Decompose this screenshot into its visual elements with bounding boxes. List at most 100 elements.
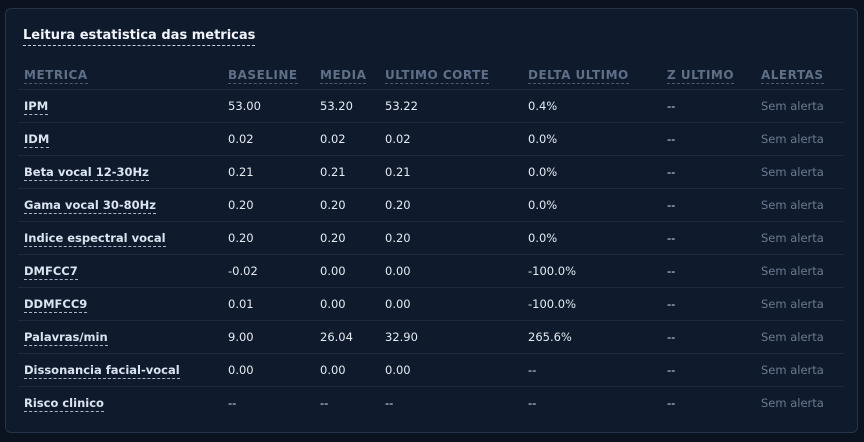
ultimo-corte-cell: 0.00 — [379, 254, 522, 288]
z-ultimo-cell: -- — [661, 122, 755, 156]
alert-cell: Sem alerta — [755, 254, 844, 288]
metrics-panel: Leitura estatistica das metricas METRICA… — [5, 8, 858, 433]
media-cell: 53.20 — [314, 89, 379, 123]
ultimo-corte-cell: 0.02 — [379, 122, 522, 156]
ultimo-corte-cell: -- — [379, 386, 522, 419]
delta-ultimo-cell: 0.4% — [522, 89, 661, 123]
table-row: Risco clinico -- -- -- -- -- Sem alerta — [18, 386, 844, 419]
baseline-cell: -- — [222, 386, 314, 419]
alert-cell: Sem alerta — [755, 89, 844, 123]
column-header-baseline[interactable]: BASELINE — [222, 61, 314, 90]
alert-cell: Sem alerta — [755, 386, 844, 419]
metric-name-link[interactable]: Gama vocal 30-80Hz — [24, 198, 156, 214]
metric-name-link[interactable]: IDM — [24, 132, 50, 148]
metric-name-cell: Palavras/min — [18, 320, 222, 354]
z-ultimo-cell: -- — [661, 188, 755, 222]
media-cell: 0.20 — [314, 221, 379, 255]
table-row: IDM 0.02 0.02 0.02 0.0% -- Sem alerta — [18, 122, 844, 156]
baseline-cell: 0.21 — [222, 155, 314, 189]
table-row: DMFCC7 -0.02 0.00 0.00 -100.0% -- Sem alerta — [18, 254, 844, 288]
baseline-cell: 0.20 — [222, 221, 314, 255]
panel-title[interactable]: Leitura estatistica das metricas — [23, 27, 256, 46]
metric-name-cell: Indice espectral vocal — [18, 221, 222, 255]
media-cell: 0.21 — [314, 155, 379, 189]
media-cell: 26.04 — [314, 320, 379, 354]
metric-name-link[interactable]: Beta vocal 12-30Hz — [24, 165, 149, 181]
metric-name-link[interactable]: DDMFCC9 — [24, 297, 88, 313]
ultimo-corte-cell: 53.22 — [379, 89, 522, 123]
metrics-table: METRICA BASELINE MEDIA ULTIMO CORTE DELT… — [18, 61, 844, 419]
delta-ultimo-cell: -- — [522, 386, 661, 419]
column-header-media[interactable]: MEDIA — [314, 61, 379, 90]
metric-name-cell: Risco clinico — [18, 386, 222, 419]
baseline-cell: 0.01 — [222, 287, 314, 321]
baseline-cell: 53.00 — [222, 89, 314, 123]
z-ultimo-cell: -- — [661, 320, 755, 354]
metric-name-cell: Gama vocal 30-80Hz — [18, 188, 222, 222]
ultimo-corte-cell: 0.20 — [379, 221, 522, 255]
delta-ultimo-cell: -- — [522, 353, 661, 387]
alert-cell: Sem alerta — [755, 353, 844, 387]
table-row: Dissonancia facial-vocal 0.00 0.00 0.00 -- --… — [18, 353, 844, 387]
metric-name-link[interactable]: DMFCC7 — [24, 264, 78, 280]
z-ultimo-cell: -- — [661, 221, 755, 255]
delta-ultimo-cell: -100.0% — [522, 254, 661, 288]
delta-ultimo-cell: 0.0% — [522, 188, 661, 222]
delta-ultimo-cell: 0.0% — [522, 122, 661, 156]
metric-name-cell: DDMFCC9 — [18, 287, 222, 321]
z-ultimo-cell: -- — [661, 254, 755, 288]
column-header-alertas[interactable]: ALERTAS — [755, 61, 844, 90]
table-row: IPM 53.00 53.20 53.22 0.4% -- Sem alerta — [18, 89, 844, 123]
table-row: Palavras/min 9.00 26.04 32.90 265.6% -- Sem al… — [18, 320, 844, 354]
baseline-cell: 0.20 — [222, 188, 314, 222]
ultimo-corte-cell: 0.00 — [379, 287, 522, 321]
metric-name-cell: Dissonancia facial-vocal — [18, 353, 222, 387]
table-header-row: METRICA BASELINE MEDIA ULTIMO CORTE DELT… — [18, 61, 844, 90]
media-cell: 0.00 — [314, 353, 379, 387]
delta-ultimo-cell: -100.0% — [522, 287, 661, 321]
metric-name-link[interactable]: Risco clinico — [24, 396, 104, 412]
alert-cell: Sem alerta — [755, 221, 844, 255]
column-header-z-ultimo[interactable]: Z ULTIMO — [661, 61, 755, 90]
media-cell: -- — [314, 386, 379, 419]
table-row: Gama vocal 30-80Hz 0.20 0.20 0.20 0.0% -- Sem … — [18, 188, 844, 222]
metric-name-link[interactable]: IPM — [24, 99, 49, 115]
media-cell: 0.20 — [314, 188, 379, 222]
baseline-cell: 9.00 — [222, 320, 314, 354]
baseline-cell: 0.00 — [222, 353, 314, 387]
metric-name-link[interactable]: Palavras/min — [24, 330, 108, 346]
media-cell: 0.02 — [314, 122, 379, 156]
metric-name-cell: IPM — [18, 89, 222, 123]
z-ultimo-cell: -- — [661, 287, 755, 321]
metric-name-cell: IDM — [18, 122, 222, 156]
alert-cell: Sem alerta — [755, 155, 844, 189]
table-row: Indice espectral vocal 0.20 0.20 0.20 0.0% --… — [18, 221, 844, 255]
baseline-cell: -0.02 — [222, 254, 314, 288]
alert-cell: Sem alerta — [755, 188, 844, 222]
alert-cell: Sem alerta — [755, 122, 844, 156]
metric-name-link[interactable]: Indice espectral vocal — [24, 231, 166, 247]
z-ultimo-cell: -- — [661, 386, 755, 419]
alert-cell: Sem alerta — [755, 287, 844, 321]
ultimo-corte-cell: 0.20 — [379, 188, 522, 222]
column-header-delta-ultimo[interactable]: DELTA ULTIMO — [522, 61, 661, 90]
ultimo-corte-cell: 0.00 — [379, 353, 522, 387]
column-header-metrica[interactable]: METRICA — [18, 61, 222, 90]
media-cell: 0.00 — [314, 287, 379, 321]
delta-ultimo-cell: 0.0% — [522, 221, 661, 255]
delta-ultimo-cell: 265.6% — [522, 320, 661, 354]
metric-name-link[interactable]: Dissonancia facial-vocal — [24, 363, 180, 379]
ultimo-corte-cell: 0.21 — [379, 155, 522, 189]
delta-ultimo-cell: 0.0% — [522, 155, 661, 189]
ultimo-corte-cell: 32.90 — [379, 320, 522, 354]
table-row: Beta vocal 12-30Hz 0.21 0.21 0.21 0.0% -- Sem … — [18, 155, 844, 189]
metric-name-cell: DMFCC7 — [18, 254, 222, 288]
z-ultimo-cell: -- — [661, 155, 755, 189]
table-row: DDMFCC9 0.01 0.00 0.00 -100.0% -- Sem alerta — [18, 287, 844, 321]
z-ultimo-cell: -- — [661, 89, 755, 123]
metric-name-cell: Beta vocal 12-30Hz — [18, 155, 222, 189]
baseline-cell: 0.02 — [222, 122, 314, 156]
z-ultimo-cell: -- — [661, 353, 755, 387]
column-header-ultimo-corte[interactable]: ULTIMO CORTE — [379, 61, 522, 90]
alert-cell: Sem alerta — [755, 320, 844, 354]
